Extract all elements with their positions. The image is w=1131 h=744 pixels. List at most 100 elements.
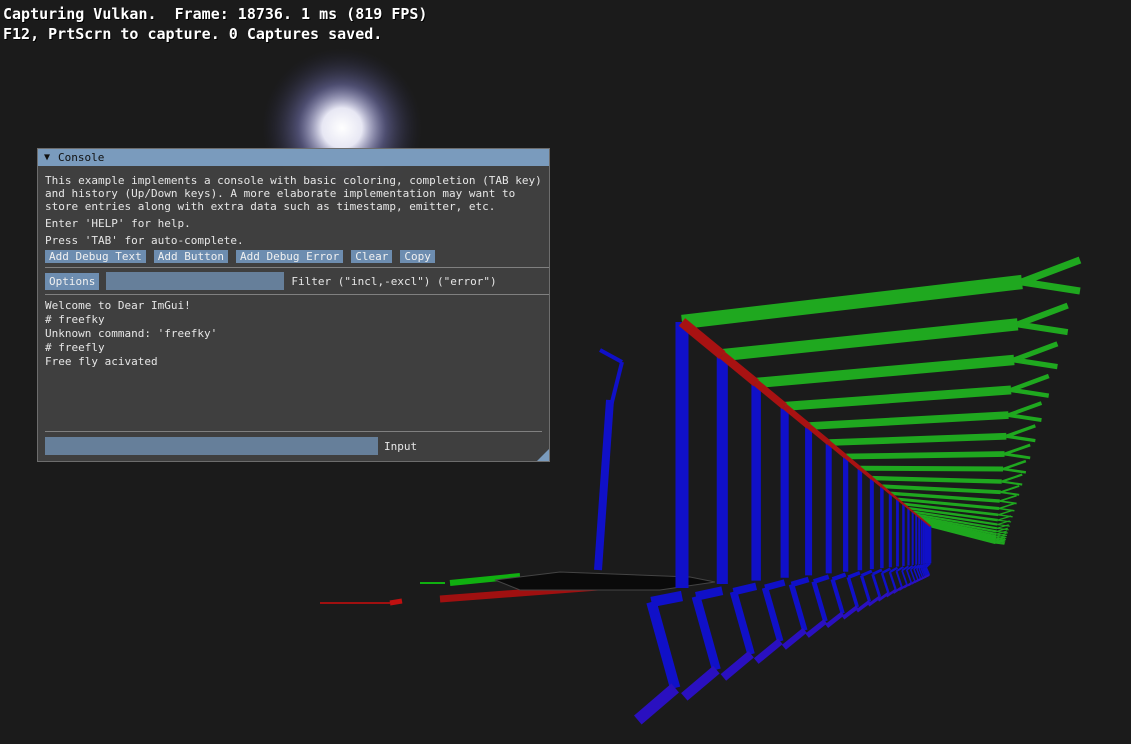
axis-z-bar	[895, 570, 903, 588]
axis-y-bar	[1020, 256, 1082, 286]
console-title-bar[interactable]: ▼ Console	[38, 149, 549, 166]
axis-y-bar	[1013, 357, 1058, 370]
axis-z-bar	[805, 619, 828, 638]
axis-y-bar	[1010, 373, 1050, 393]
axis-y-bar	[1016, 302, 1069, 328]
axis-x-bar	[923, 520, 927, 523]
log-line: Welcome to Dear ImGui!	[45, 299, 191, 312]
axis-y-bar	[1004, 452, 1031, 460]
axis-z-bar	[720, 650, 754, 681]
axis-z-bar	[729, 590, 755, 656]
axis-x-bar	[926, 522, 929, 526]
axis-z-bar	[830, 578, 845, 615]
axis-y-bar	[721, 318, 1019, 362]
axis-y-bar	[1004, 443, 1031, 456]
resize-grip[interactable]	[537, 449, 549, 461]
axis-y-bar	[1007, 401, 1043, 417]
axis-y-bar	[871, 475, 1002, 484]
axis-y-bar	[1021, 278, 1081, 295]
log-line: # freefly	[45, 341, 105, 354]
divider	[45, 294, 549, 295]
axis-y-bar	[997, 515, 1012, 521]
axis-z-bar	[901, 570, 908, 586]
copy-button[interactable]: Copy	[400, 250, 435, 263]
log-line: Unknown command: 'freefky'	[45, 327, 218, 340]
filter-label: Filter ("incl,-excl") ("error")	[291, 274, 497, 288]
axis-y-bar	[1006, 434, 1036, 443]
axis-z-bar	[846, 576, 860, 608]
axis-y-bar	[784, 385, 1012, 411]
input-label: Input	[384, 439, 418, 453]
axis-y-bar	[1017, 321, 1069, 336]
capture-status-text: Capturing Vulkan. Frame: 18736. 1 ms (81…	[3, 5, 428, 23]
axis-y-bar	[808, 411, 1009, 430]
log-line: Free fly acivated	[45, 355, 158, 368]
axis-z-bar	[594, 399, 614, 571]
tab-hint: Press 'TAB' for auto-complete.	[45, 234, 244, 247]
help-hint: Enter 'HELP' for help.	[45, 217, 191, 230]
axis-z-bar	[633, 683, 680, 725]
axis-y-bar	[1008, 413, 1042, 422]
axis-z-bar	[811, 580, 828, 622]
divider	[45, 431, 542, 432]
axis-y-bar	[881, 484, 1001, 495]
axis-y-bar	[998, 502, 1015, 510]
axis-x-bar	[927, 523, 931, 527]
axis-z-bar	[841, 605, 859, 620]
collapse-arrow-icon[interactable]: ▼	[44, 152, 50, 163]
axis-y-bar	[755, 354, 1015, 389]
axis-z-bar	[753, 638, 783, 664]
axis-y-bar	[828, 432, 1007, 446]
console-log[interactable]: Welcome to Dear ImGui! # freefky Unknown…	[45, 299, 542, 369]
log-line: # freefky	[45, 313, 105, 326]
axis-y-bar	[1001, 473, 1023, 483]
axis-y-bar	[1010, 387, 1050, 398]
command-input[interactable]	[45, 437, 378, 455]
axis-y-bar	[998, 509, 1013, 516]
add-debug-error-button[interactable]: Add Debug Error	[235, 250, 344, 263]
axis-z-bar	[871, 573, 882, 598]
options-button[interactable]: Options	[45, 272, 100, 290]
axis-z-bar	[813, 574, 830, 584]
axis-y-bar	[1002, 459, 1027, 471]
console-title: Console	[58, 151, 105, 164]
axis-z-bar	[790, 576, 810, 588]
filter-input[interactable]	[106, 272, 285, 290]
axis-y-bar	[1000, 485, 1020, 494]
axis-z-bar	[781, 627, 807, 650]
add-button-button[interactable]: Add Button	[153, 250, 228, 263]
axis-z-bar	[761, 586, 784, 643]
add-debug-text-button[interactable]: Add Debug Text	[45, 250, 146, 263]
axis-y-bar	[1002, 467, 1027, 474]
axis-z-bar	[825, 611, 845, 628]
axis-z-bar	[888, 571, 897, 591]
divider	[45, 267, 549, 268]
axis-z-bar	[905, 569, 913, 584]
axis-z-bar	[872, 568, 883, 576]
axis-x-bar	[925, 521, 928, 525]
axis-y-bar	[859, 465, 1004, 472]
axis-z-bar	[788, 583, 808, 632]
axis-z-bar	[599, 348, 623, 364]
axis-z-bar	[681, 665, 720, 701]
axis-z-bar	[859, 575, 872, 603]
axis-z-bar	[608, 361, 624, 411]
axis-y-bar	[999, 494, 1017, 502]
axis-y-bar	[1013, 341, 1059, 363]
clear-button[interactable]: Clear	[351, 250, 393, 263]
axis-z-bar	[831, 572, 847, 582]
axis-z-bar	[860, 569, 873, 578]
axis-x-bar	[928, 524, 931, 527]
axis-z-bar	[847, 570, 861, 579]
console-description: This example implements a console with b…	[45, 174, 542, 213]
axis-z-bar	[880, 572, 890, 594]
axis-z-bar	[691, 595, 721, 671]
axis-y-bar	[1000, 491, 1020, 496]
console-window[interactable]: ▼ Console This example implements a cons…	[37, 148, 550, 462]
axis-x-bar	[389, 598, 403, 606]
axis-y-bar	[1005, 424, 1036, 438]
capture-hint-text: F12, PrtScrn to capture. 0 Captures save…	[3, 25, 383, 43]
axis-z-bar	[646, 600, 681, 690]
axis-y-bar	[1001, 480, 1023, 486]
axis-y-bar	[681, 274, 1023, 330]
